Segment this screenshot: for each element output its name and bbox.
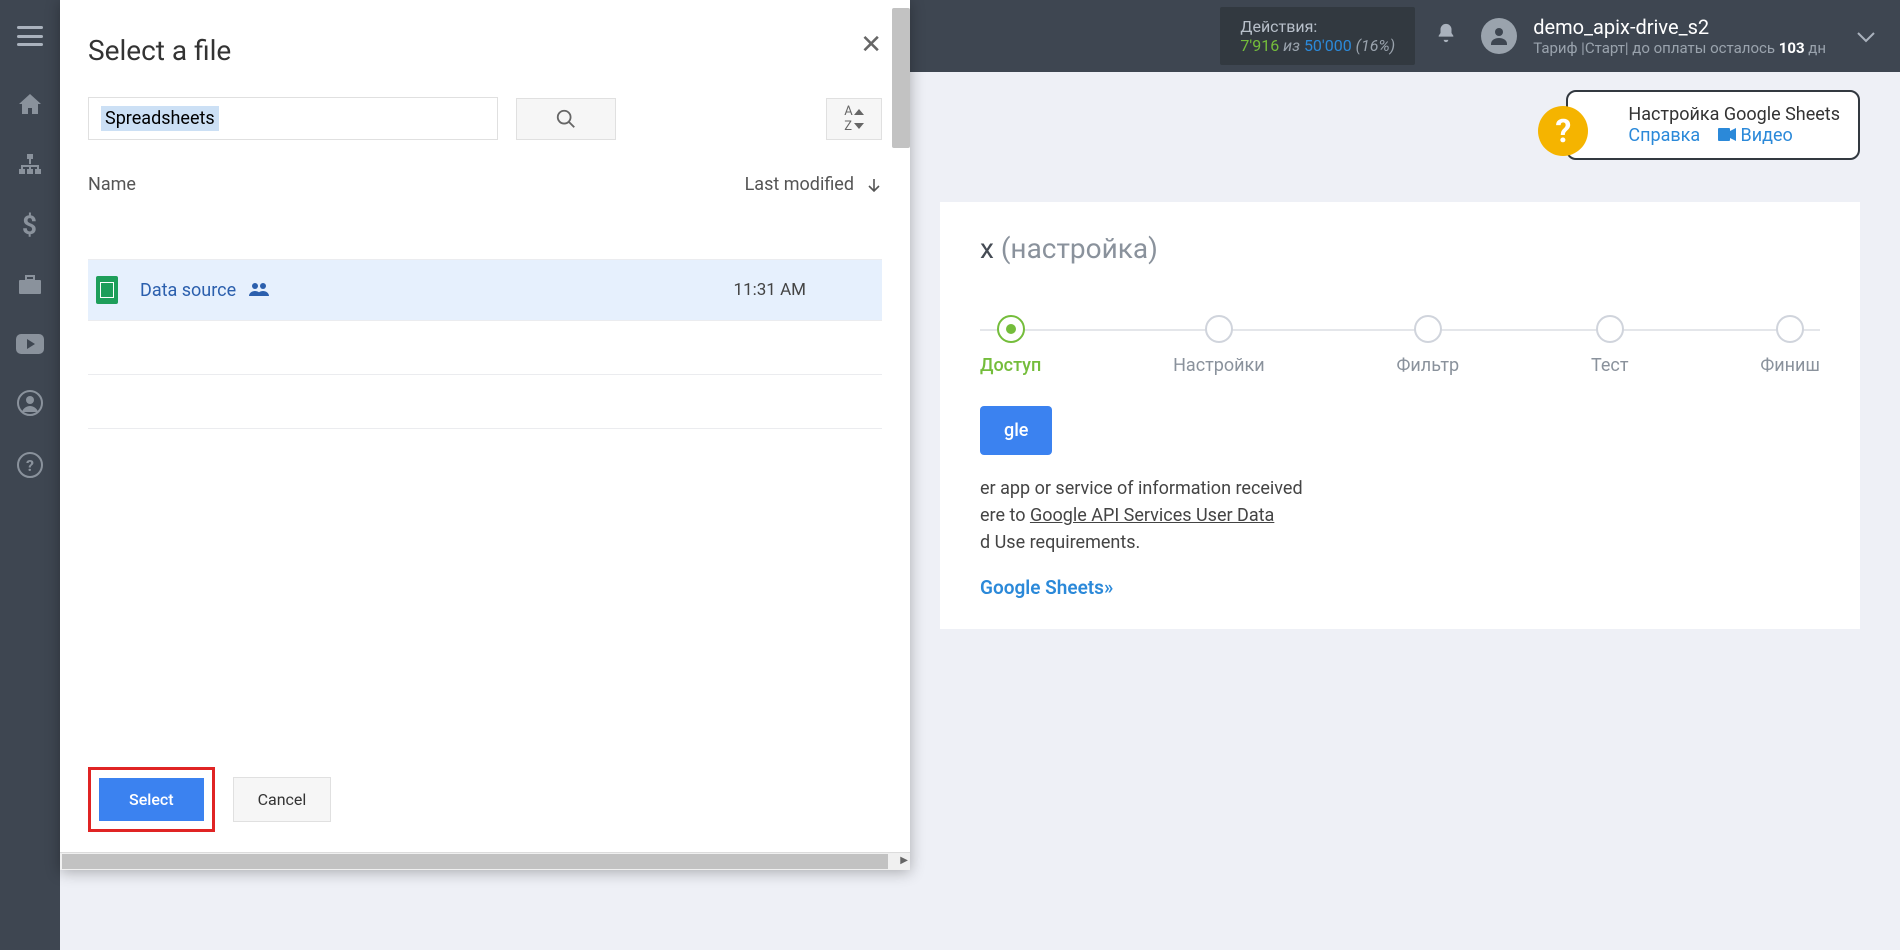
close-icon[interactable]: ✕ — [860, 30, 882, 60]
picker-title: Select a file — [88, 34, 882, 67]
sidebar-sitemap-icon[interactable] — [17, 152, 43, 182]
column-headers: Name Last modified — [88, 160, 882, 209]
actions-limit: 50'000 — [1304, 36, 1352, 55]
file-list: Data source 11:31 AM — [88, 259, 882, 482]
sidebar-dollar-icon[interactable]: $ — [22, 212, 38, 244]
file-row-empty — [88, 374, 882, 428]
file-time: 11:31 AM — [734, 280, 874, 300]
step-filter[interactable]: Фильтр — [1397, 315, 1460, 376]
file-picker-dialog: ✕ Select a file Spreadsheets AZ Name Las… — [60, 0, 910, 870]
cancel-button[interactable]: Cancel — [233, 777, 332, 822]
shared-icon — [248, 280, 270, 301]
video-camera-icon — [1718, 125, 1740, 146]
sidebar-briefcase-icon[interactable] — [17, 274, 43, 302]
sidebar-video-icon[interactable] — [16, 332, 44, 360]
select-button[interactable]: Select — [99, 778, 204, 821]
svg-text:?: ? — [26, 456, 34, 475]
col-modified[interactable]: Last modified — [745, 174, 882, 195]
avatar[interactable] — [1481, 18, 1517, 54]
api-policy-link[interactable]: Google API Services User Data — [1030, 505, 1274, 526]
instruction-link[interactable]: Google Sheets» — [980, 576, 1820, 599]
svg-text:$: $ — [22, 212, 37, 238]
hamburger-icon — [17, 26, 43, 46]
steps: Доступ Настройки Фильтр Тест Финиш — [980, 315, 1820, 376]
actions-used: 7'916 — [1240, 36, 1279, 55]
sidebar: $ ? — [0, 72, 60, 950]
file-row-empty — [88, 428, 882, 482]
sidebar-user-icon[interactable] — [17, 390, 43, 422]
config-card: х (настройка) Доступ Настройки Фильтр Те… — [940, 202, 1860, 629]
arrow-down-icon — [866, 177, 882, 193]
google-signin-button[interactable]: gle — [980, 406, 1052, 455]
sidebar-home-icon[interactable] — [17, 92, 43, 122]
file-row[interactable]: Data source 11:31 AM — [88, 259, 882, 320]
disclosure-text: er app or service of information receive… — [980, 475, 1820, 556]
user-name: demo_apix-drive_s2 — [1533, 15, 1826, 39]
step-access[interactable]: Доступ — [980, 315, 1041, 376]
file-row-empty — [88, 320, 882, 374]
user-info[interactable]: demo_apix-drive_s2 Тариф |Старт| до опла… — [1533, 15, 1826, 57]
highlight-box: Select — [88, 767, 215, 832]
hamburger-menu[interactable] — [0, 26, 60, 46]
actions-title: Действия: — [1240, 17, 1395, 36]
step-finish[interactable]: Финиш — [1760, 315, 1820, 376]
bell-icon[interactable] — [1435, 22, 1457, 50]
help-badge: ? Настройка Google Sheets Справка Видео — [1566, 90, 1860, 160]
sidebar-help-icon[interactable]: ? — [17, 452, 43, 484]
file-name: Data source — [140, 280, 236, 301]
sort-button[interactable]: AZ — [826, 98, 882, 140]
spreadsheet-icon — [96, 276, 118, 304]
actions-counter: Действия: 7'916 из 50'000 (16%) — [1220, 7, 1415, 65]
picker-footer: Select Cancel — [60, 747, 910, 852]
step-settings[interactable]: Настройки — [1173, 315, 1265, 376]
step-test[interactable]: Тест — [1591, 315, 1629, 376]
chevron-down-icon[interactable] — [1856, 24, 1876, 49]
col-name[interactable]: Name — [88, 174, 136, 195]
help-link-docs[interactable]: Справка — [1628, 125, 1700, 146]
card-title: х (настройка) — [980, 232, 1820, 265]
search-button[interactable] — [516, 98, 616, 140]
search-input[interactable]: Spreadsheets — [88, 97, 498, 140]
question-icon: ? — [1538, 106, 1588, 156]
scrollbar-horizontal[interactable]: ▶ — [60, 852, 910, 870]
help-link-video[interactable]: Видео — [1741, 125, 1793, 146]
help-title: Настройка Google Sheets — [1628, 104, 1840, 125]
user-tariff: Тариф |Старт| до оплаты осталось 103 дн — [1533, 39, 1826, 57]
